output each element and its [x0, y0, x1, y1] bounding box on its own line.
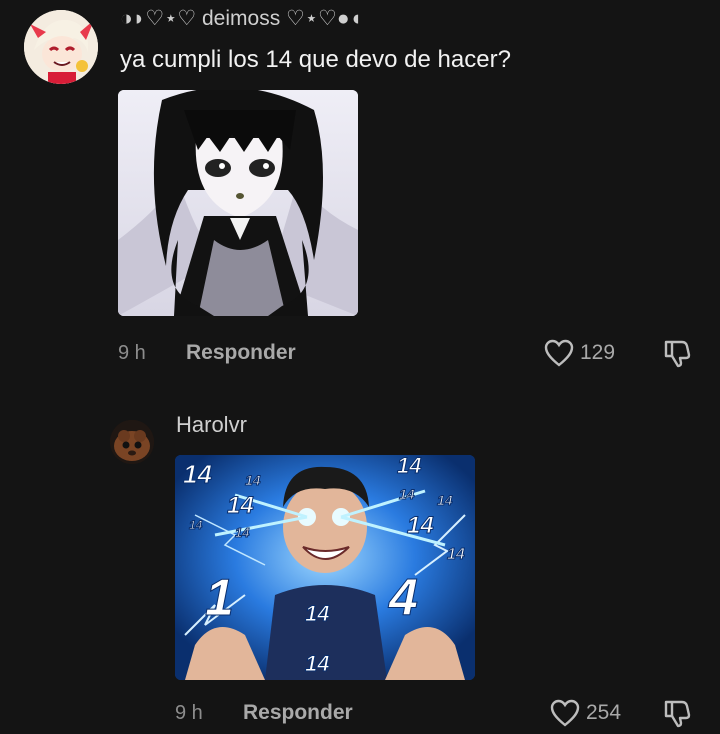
thumbs-down-icon: [664, 700, 691, 728]
number-label: 14: [305, 601, 329, 626]
dislike-button[interactable]: [662, 697, 694, 734]
comment-time: 9 h: [118, 342, 146, 364]
heart-icon: [550, 699, 580, 727]
number-label: 14: [245, 472, 261, 488]
number-label: 14: [407, 512, 434, 539]
like-button[interactable]: 254: [550, 699, 621, 727]
number-label: 14: [183, 459, 212, 489]
dislike-button[interactable]: [662, 337, 694, 374]
thumbs-down-icon: [664, 340, 691, 368]
comment-username[interactable]: ◑◗♡⋆♡ deimoss ♡⋆♡●◖: [120, 6, 362, 31]
number-label: 4: [388, 569, 418, 627]
meme-glowing-eyes-14-icon: 14 14 14 14 14 14 14 14 14 14 1 4 14 14: [175, 455, 475, 680]
number-label: 14: [305, 651, 329, 676]
number-label: 14: [399, 486, 415, 502]
comment-username[interactable]: Harolvr: [176, 412, 247, 438]
like-button[interactable]: 129: [544, 339, 615, 367]
number-label: 14: [447, 546, 465, 563]
comment-time: 9 h: [175, 702, 203, 724]
comment-text: ya cumpli los 14 que devo de hacer?: [120, 46, 511, 73]
number-label: 1: [205, 569, 234, 627]
comment-image[interactable]: [118, 90, 358, 316]
like-count: 129: [580, 341, 616, 364]
number-label: 14: [397, 455, 421, 478]
number-label: 14: [189, 518, 203, 532]
avatar[interactable]: [24, 10, 98, 84]
reply-button[interactable]: Responder: [186, 341, 296, 365]
anime-girl-image-icon: [118, 90, 358, 316]
like-count: 254: [586, 701, 622, 724]
anime-character-avatar-icon: [24, 10, 98, 84]
avatar[interactable]: [110, 420, 154, 464]
brown-creature-avatar-icon: [110, 420, 154, 464]
number-label: 14: [437, 492, 453, 508]
heart-icon: [544, 339, 574, 367]
number-label: 14: [235, 525, 250, 540]
number-label: 14: [227, 492, 254, 519]
reply-button[interactable]: Responder: [243, 701, 353, 725]
comment-image[interactable]: 14 14 14 14 14 14 14 14 14 14 1 4 14 14: [175, 455, 475, 680]
